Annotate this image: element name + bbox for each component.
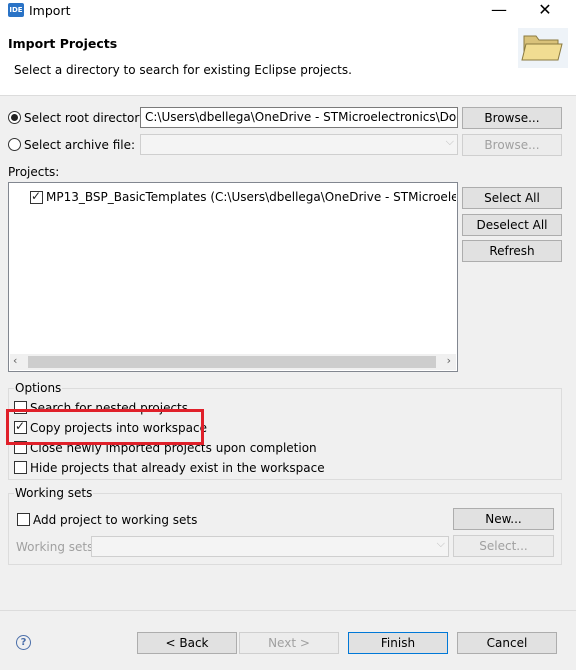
root-directory-label: Select root directory: <box>24 111 150 125</box>
hide-existing-checkbox[interactable] <box>14 461 27 474</box>
scroll-right-icon[interactable]: › <box>447 354 451 367</box>
hide-existing-label: Hide projects that already exist in the … <box>30 461 325 475</box>
scroll-left-icon[interactable]: ‹ <box>13 354 17 367</box>
new-working-set-button[interactable]: New... <box>453 508 554 530</box>
horizontal-scrollbar[interactable]: ‹ › <box>10 354 456 370</box>
scrollbar-thumb[interactable] <box>28 356 436 368</box>
refresh-button[interactable]: Refresh <box>462 240 562 262</box>
folder-icon <box>518 28 568 68</box>
window-title: Import <box>29 3 71 18</box>
cancel-button[interactable]: Cancel <box>457 632 557 654</box>
next-button[interactable]: Next > <box>239 632 339 654</box>
title-bar: IDE Import — ✕ <box>0 0 576 22</box>
chevron-down-icon: ⌵ <box>445 108 454 121</box>
finish-button[interactable]: Finish <box>348 632 448 654</box>
add-to-working-sets-label: Add project to working sets <box>33 513 198 527</box>
highlight-box <box>6 409 204 445</box>
deselect-all-button[interactable]: Deselect All <box>462 214 562 236</box>
help-icon[interactable]: ? <box>16 635 31 650</box>
maximize-button[interactable] <box>476 0 522 22</box>
working-sets-combo[interactable]: ⌵ <box>91 536 449 557</box>
select-working-sets-button[interactable]: Select... <box>453 535 554 557</box>
add-to-working-sets-checkbox[interactable] <box>17 513 30 526</box>
working-sets-title: Working sets <box>14 486 94 500</box>
projects-list[interactable]: MP13_BSP_BasicTemplates (C:\Users\dbelle… <box>8 182 458 372</box>
project-item-label: MP13_BSP_BasicTemplates (C:\Users\dbelle… <box>46 190 456 204</box>
footer-separator <box>0 610 576 611</box>
archive-file-radio[interactable] <box>8 138 21 151</box>
root-directory-value: C:\Users\dbellega\OneDrive - STMicroelec… <box>145 110 458 124</box>
options-title: Options <box>14 381 63 395</box>
working-sets-label: Working sets: <box>16 540 98 554</box>
root-directory-combo[interactable]: C:\Users\dbellega\OneDrive - STMicroelec… <box>140 107 458 128</box>
ide-app-icon: IDE <box>8 3 24 17</box>
chevron-down-icon: ⌵ <box>436 537 445 550</box>
projects-label: Projects: <box>8 165 60 179</box>
archive-file-label: Select archive file: <box>24 138 136 152</box>
project-checkbox[interactable] <box>30 189 43 204</box>
archive-file-combo[interactable]: ⌵ <box>140 134 458 155</box>
browse-button[interactable]: Browse... <box>462 107 562 129</box>
page-title: Import Projects <box>8 36 118 51</box>
close-button[interactable]: ✕ <box>522 0 568 22</box>
back-button[interactable]: < Back <box>137 632 237 654</box>
browse-archive-button[interactable]: Browse... <box>462 134 562 156</box>
page-description: Select a directory to search for existin… <box>14 63 352 77</box>
select-all-button[interactable]: Select All <box>462 187 562 209</box>
chevron-down-icon: ⌵ <box>445 135 454 148</box>
root-directory-radio[interactable] <box>8 111 21 124</box>
wizard-header: Import Projects Select a directory to se… <box>0 22 576 96</box>
